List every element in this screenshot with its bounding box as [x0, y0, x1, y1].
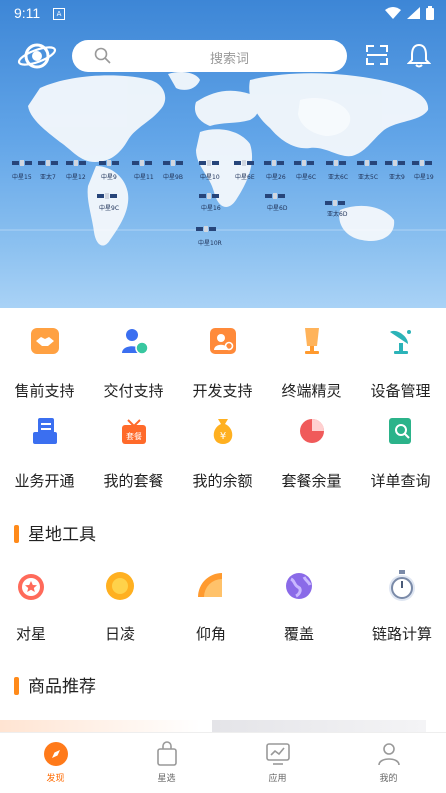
satellite-icon[interactable] [326, 153, 346, 166]
satellite-icon[interactable] [325, 193, 345, 206]
status-time: 9:11 [14, 5, 41, 21]
signal-icon [407, 7, 420, 19]
service-my-package[interactable]: 套餐 我的套餐 [89, 412, 178, 502]
satellite-icon[interactable] [264, 153, 284, 166]
section-accent-bar [14, 525, 19, 543]
satellite-icon[interactable] [294, 153, 314, 166]
satellite-icon[interactable] [97, 186, 117, 199]
package-icon: 套餐 [122, 419, 146, 444]
battery-icon [426, 6, 434, 20]
tool-elevation[interactable]: 仰角 [180, 565, 242, 645]
bell-icon[interactable] [407, 42, 431, 68]
satellite-icon[interactable] [265, 186, 285, 199]
service-device-management[interactable]: 设备管理 [356, 318, 445, 408]
service-terminal-genie[interactable]: 终端精灵 [267, 318, 356, 408]
wifi-icon [385, 7, 401, 19]
scan-icon[interactable] [365, 44, 389, 66]
monitor-chart-icon [265, 743, 290, 765]
satellite-label: 亚太7 [40, 174, 56, 181]
developer-icon [210, 328, 236, 354]
svg-text:套餐: 套餐 [126, 431, 142, 441]
satellite-icon[interactable] [234, 153, 254, 166]
service-developer[interactable]: 开发支持 [178, 318, 267, 408]
satellite-icon[interactable] [196, 219, 216, 232]
satellite-label: 中星6C [296, 174, 317, 181]
tool-coverage[interactable]: 覆盖 [268, 565, 330, 645]
service-package-remaining[interactable]: 套餐余量 [267, 412, 356, 502]
tool-link-calc[interactable]: 链路计算 [362, 565, 442, 645]
money-bag-icon: ¥ [213, 419, 233, 444]
app-logo[interactable] [17, 40, 57, 70]
satellite-icon[interactable] [385, 153, 405, 166]
handshake-icon [31, 328, 59, 354]
detail-search-icon [389, 418, 411, 444]
notification-a-icon: A [53, 8, 65, 20]
satellite-icon[interactable] [357, 153, 377, 166]
satellite-label: 中星6E [235, 174, 255, 181]
satellite-icon[interactable] [199, 153, 219, 166]
satellite-label: 中星10R [198, 240, 222, 247]
alarm-star-icon [18, 574, 44, 600]
satellite-label: 中星12 [66, 174, 86, 181]
service-business-open[interactable]: 业务开通 [0, 412, 89, 502]
satellite-icon[interactable] [99, 153, 119, 166]
service-grid: 售前支持 交付支持 开发支持 终端精灵 设备管理 业务开通 套餐 我的套餐 ¥ … [0, 318, 446, 508]
satellite-label: 中星16 [201, 205, 221, 212]
satellite-dish-icon [390, 330, 411, 354]
tool-satellite-align[interactable]: 对星 [0, 565, 62, 645]
protractor-icon [198, 573, 222, 597]
satellite-label: 中星19 [414, 174, 434, 181]
goods-section-title: 商品推荐 [14, 672, 96, 697]
tools-grid: 对星 日凌 仰角 覆盖 链路计算 [0, 565, 446, 650]
pie-chart-icon [300, 419, 324, 443]
business-open-icon [33, 418, 57, 444]
tools-section-title: 星地工具 [14, 520, 96, 545]
section-accent-bar [14, 677, 19, 695]
satellite-icon[interactable] [199, 186, 219, 199]
satellite-label: 中星15 [12, 174, 32, 181]
tab-mine[interactable]: 我的 [333, 741, 444, 784]
service-presales[interactable]: 售前支持 [0, 318, 89, 408]
satellite-label: 中星26 [266, 174, 286, 181]
service-delivery[interactable]: 交付支持 [89, 318, 178, 408]
service-my-balance[interactable]: ¥ 我的余额 [178, 412, 267, 502]
system-icons [385, 6, 434, 20]
satellite-icon[interactable] [66, 153, 86, 166]
shopping-bag-icon [156, 741, 177, 766]
user-icon [377, 743, 400, 766]
satellite-label: 中星10 [200, 174, 220, 181]
tab-discover[interactable]: 发现 [0, 741, 111, 784]
satellite-label: 亚太6C [328, 174, 349, 181]
tab-star-select[interactable]: 星选 [111, 741, 222, 784]
satellite-label: 中星9B [163, 174, 183, 181]
satellite-icon[interactable] [163, 153, 183, 166]
delivery-user-icon [122, 329, 149, 355]
satellite-label: 中星11 [134, 174, 154, 181]
satellite-icon[interactable] [38, 153, 58, 166]
compass-icon [43, 742, 68, 766]
status-bar: 9:11 A [0, 0, 446, 26]
tool-sun-outage[interactable]: 日凌 [89, 565, 151, 645]
satellite-icon[interactable] [132, 153, 152, 166]
satellite-label: 亚太6D [327, 211, 348, 218]
sun-icon [106, 572, 134, 600]
tab-apps[interactable]: 应用 [222, 741, 333, 784]
satellite-icon[interactable] [12, 153, 32, 166]
bottom-tab-bar: 发现 星选 应用 我的 [0, 732, 446, 793]
hero-banner: 中星15 亚太7 中星12 中星9 中星11 中星9B 中星10 中星6E 中星… [0, 0, 446, 308]
satellite-label: 亚太5C [358, 174, 379, 181]
satellite-label: 中星6D [267, 205, 288, 212]
satellite-label: 中星9C [99, 205, 120, 212]
service-detail-query[interactable]: 详单查询 [356, 412, 445, 502]
terminal-dish-icon [305, 328, 319, 354]
stopwatch-icon [389, 570, 415, 601]
satellite-icon[interactable] [412, 153, 432, 166]
search-placeholder: 搜索词 [209, 52, 249, 67]
satellite-label: 亚太9 [389, 174, 405, 181]
globe-icon [286, 573, 312, 599]
search-bar[interactable]: 搜索词 [72, 40, 347, 72]
svg-text:¥: ¥ [220, 431, 226, 442]
satellite-label: 中星9 [101, 174, 117, 181]
